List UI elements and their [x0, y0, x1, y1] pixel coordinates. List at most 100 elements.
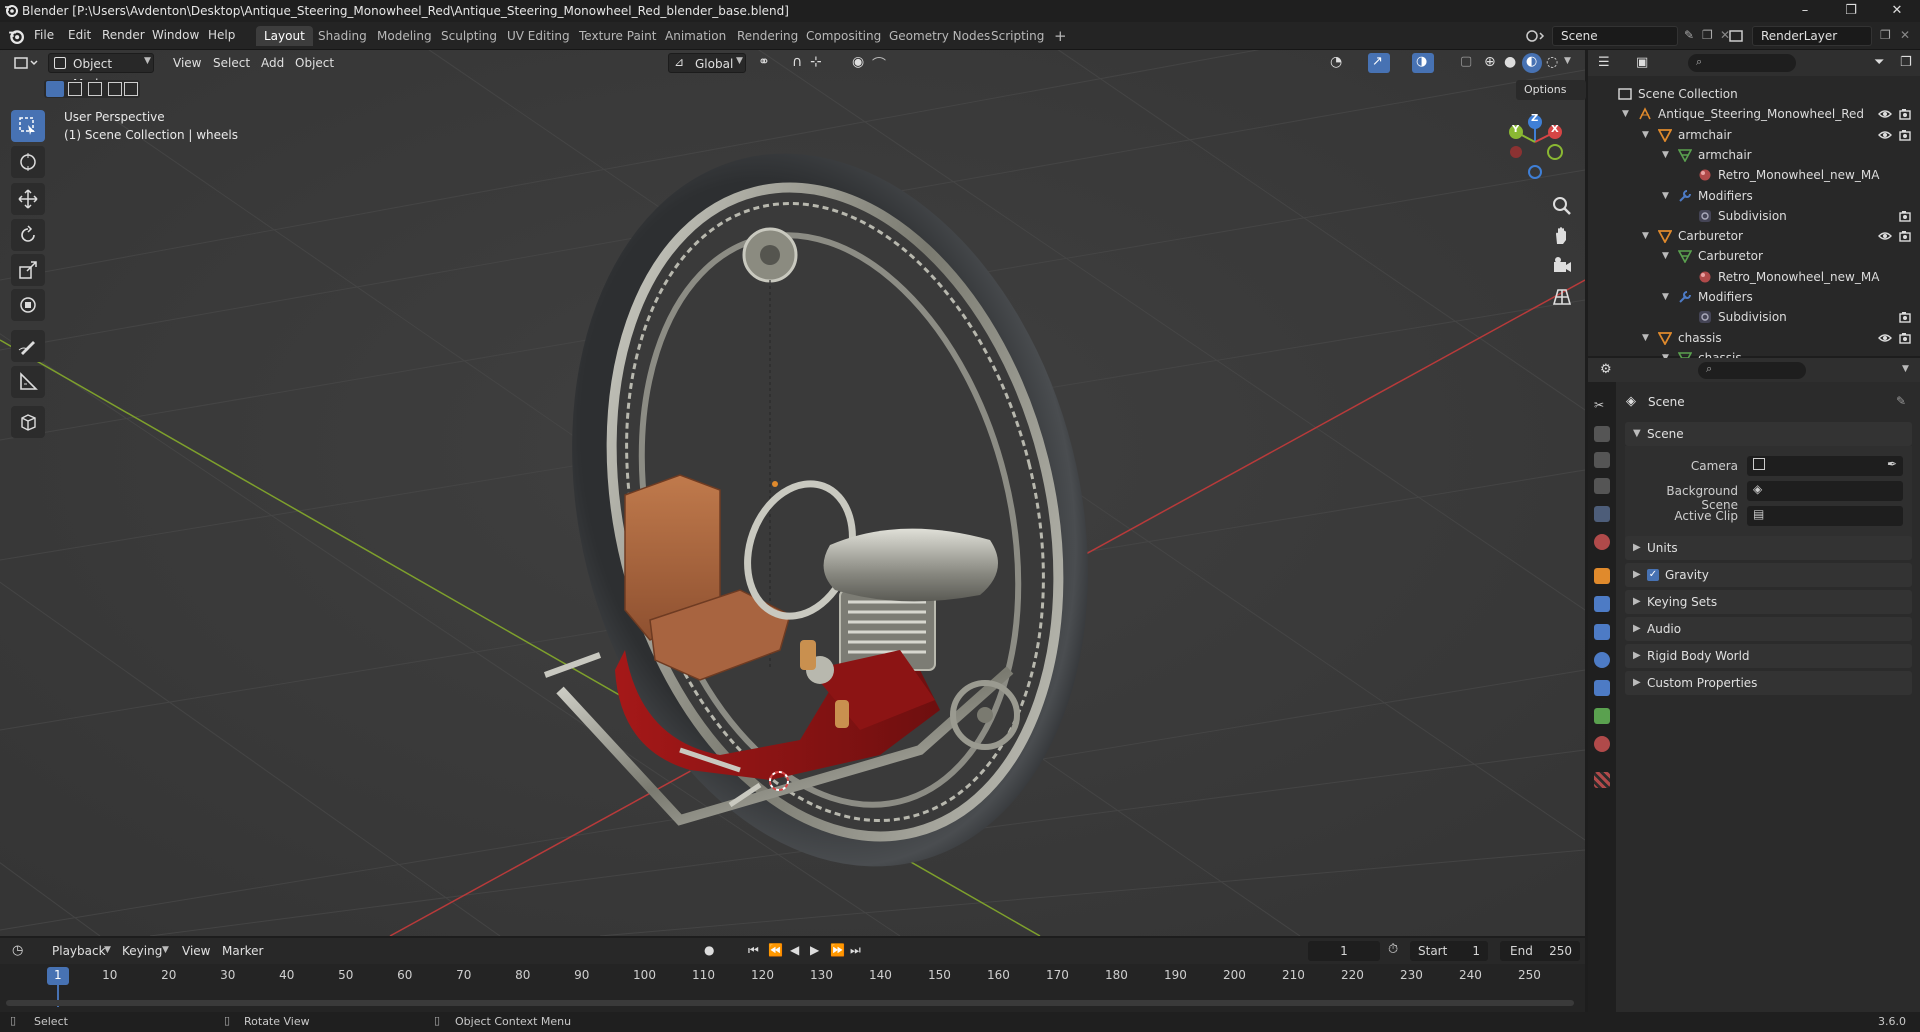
texture-tab-icon[interactable] — [1594, 772, 1610, 788]
view-layer-tab-icon[interactable] — [1594, 478, 1610, 494]
pin-icon[interactable]: ✎ — [1684, 28, 1694, 42]
properties-editor-icon[interactable]: ⚙ — [1600, 362, 1612, 377]
delete-renderlayer-icon[interactable]: ✕ — [1900, 28, 1910, 42]
perspective-toggle-button[interactable] — [1548, 282, 1576, 310]
menu-help[interactable]: Help — [208, 28, 235, 42]
jump-keyframe-forward-icon[interactable]: ⏩ — [830, 943, 845, 957]
stopwatch-icon[interactable]: ⏱ — [1388, 942, 1398, 957]
panel-scene[interactable]: ▼ Scene — [1625, 422, 1912, 446]
scene-type-icon[interactable] — [1526, 28, 1546, 44]
tab-modeling[interactable]: Modeling — [369, 26, 440, 46]
outliner-row[interactable]: Subdivision — [1588, 307, 1920, 327]
panel-rigid-body-world[interactable]: ▶ Rigid Body World — [1625, 644, 1912, 668]
tool-transform[interactable] — [11, 289, 45, 321]
outliner-row[interactable]: ▼ Modifiers — [1588, 186, 1920, 206]
minimize-button[interactable]: – — [1782, 0, 1828, 22]
gravity-checkbox[interactable]: ✓ — [1647, 569, 1659, 581]
expand-toggle-icon[interactable]: ▼ — [1662, 186, 1669, 206]
menu-file[interactable]: File — [34, 28, 54, 42]
material-tab-icon[interactable] — [1594, 736, 1610, 752]
outliner-row[interactable]: Retro_Monowheel_new_MA — [1588, 267, 1920, 287]
expand-toggle-icon[interactable]: ▼ — [1642, 125, 1649, 145]
chevron-down-icon[interactable]: ▼ — [1564, 56, 1571, 66]
falloff-icon[interactable]: ⌒ — [872, 54, 886, 74]
record-icon[interactable]: ● — [704, 943, 714, 957]
menu-object[interactable]: Object — [289, 53, 340, 73]
scene-tab-icon[interactable] — [1594, 506, 1610, 522]
renderlayer-selector[interactable]: RenderLayer — [1752, 26, 1872, 46]
panel-gravity[interactable]: ▶ ✓ Gravity — [1625, 563, 1912, 587]
wireframe-shading-icon[interactable]: ⊕ — [1484, 54, 1496, 70]
pivot-point-icon[interactable]: ⚭ — [758, 54, 770, 70]
outliner-search-input[interactable]: ⌕ — [1688, 54, 1796, 72]
panel-keying-sets[interactable]: ▶ Keying Sets — [1625, 590, 1912, 614]
background-scene-field[interactable]: ◈ — [1747, 481, 1903, 501]
active-clip-field[interactable]: ▤ — [1747, 506, 1903, 526]
jump-end-icon[interactable]: ⏭ — [850, 943, 861, 958]
select-invert-button[interactable] — [108, 82, 122, 96]
constraints-tab-icon[interactable] — [1594, 680, 1610, 696]
tab-shading[interactable]: Shading — [310, 26, 375, 46]
filter-icon[interactable]: ⏷ — [1874, 55, 1884, 70]
outliner-editor-icon[interactable]: ☰ — [1598, 55, 1610, 70]
modifier-tab-icon[interactable] — [1594, 596, 1610, 612]
play-icon[interactable]: ▶ — [810, 943, 819, 957]
maximize-button[interactable]: ❐ — [1828, 0, 1874, 22]
tab-geometry-nodes[interactable]: Geometry Nodes — [881, 26, 998, 46]
add-workspace-button[interactable]: + — [1046, 26, 1075, 46]
outliner-row[interactable]: Scene Collection — [1588, 84, 1920, 104]
output-tab-icon[interactable] — [1594, 452, 1610, 468]
panel-custom-properties[interactable]: ▶ Custom Properties — [1625, 671, 1912, 695]
menu-view[interactable]: View — [167, 53, 207, 73]
outliner-row[interactable]: ▼ armchair — [1588, 125, 1920, 145]
properties-search-input[interactable]: ⌕ — [1698, 362, 1806, 379]
physics-tab-icon[interactable] — [1594, 652, 1610, 668]
menu-add[interactable]: Add — [255, 53, 290, 73]
outliner-row[interactable]: ▼ Carburetor — [1588, 246, 1920, 266]
menu-marker[interactable]: Marker — [216, 941, 269, 961]
tool-annotate[interactable] — [11, 330, 45, 362]
jump-start-icon[interactable]: ⏮ — [748, 943, 759, 958]
outliner-row[interactable]: ▼ armchair — [1588, 145, 1920, 165]
render-tab-icon[interactable] — [1594, 426, 1610, 442]
chevron-down-icon[interactable]: ▼ — [1902, 364, 1909, 374]
outliner-row[interactable]: Retro_Monowheel_new_MA — [1588, 165, 1920, 185]
expand-toggle-icon[interactable]: ▼ — [1662, 145, 1669, 165]
tool-move[interactable] — [11, 183, 45, 215]
tab-uv-editing[interactable]: UV Editing — [499, 26, 578, 46]
timeline-editor-icon[interactable]: ◷ — [12, 943, 23, 958]
pan-view-button[interactable] — [1548, 222, 1576, 250]
menu-playback[interactable]: Playback — [46, 941, 112, 961]
expand-toggle-icon[interactable]: ▼ — [1642, 328, 1649, 348]
outliner-row[interactable]: ▼ chassis — [1588, 328, 1920, 348]
rendered-shading-icon[interactable]: ◌ — [1546, 54, 1558, 70]
proportional-editing-icon[interactable]: ◉ — [852, 54, 864, 70]
panel-units[interactable]: ▶ Units — [1625, 536, 1912, 560]
play-reverse-icon[interactable]: ◀ — [790, 943, 799, 957]
outliner-row[interactable]: ▼ Antique_Steering_Monowheel_Red — [1588, 104, 1920, 124]
new-renderlayer-icon[interactable]: ❐ — [1880, 28, 1891, 42]
close-button[interactable]: ✕ — [1874, 0, 1920, 22]
tab-scripting[interactable]: Scripting — [983, 26, 1052, 46]
menu-render[interactable]: Render — [102, 28, 145, 42]
menu-select[interactable]: Select — [207, 53, 256, 73]
snap-icon[interactable]: ∩ — [792, 54, 802, 70]
tab-rendering[interactable]: Rendering — [729, 26, 806, 46]
snap-target-icon[interactable]: ⊹ — [810, 54, 822, 70]
menu-window[interactable]: Window — [152, 28, 199, 42]
select-intersect-button[interactable] — [124, 82, 138, 96]
tool-scale[interactable] — [11, 254, 45, 286]
end-frame-field[interactable]: End 250 — [1500, 941, 1580, 961]
select-new-button[interactable] — [46, 81, 64, 97]
menu-timeline-view[interactable]: View — [176, 941, 216, 961]
menu-keying[interactable]: Keying — [116, 941, 168, 961]
zoom-view-button[interactable] — [1548, 192, 1576, 220]
scene-selector[interactable]: Scene — [1552, 26, 1678, 46]
camera-view-button[interactable] — [1548, 252, 1576, 280]
tool-measure[interactable] — [11, 366, 45, 398]
particles-tab-icon[interactable] — [1594, 624, 1610, 640]
data-tab-icon[interactable] — [1594, 708, 1610, 724]
editor-type-icon[interactable] — [14, 55, 42, 71]
new-scene-icon[interactable]: ❐ — [1702, 28, 1713, 42]
jump-keyframe-back-icon[interactable]: ⏪ — [768, 943, 783, 957]
